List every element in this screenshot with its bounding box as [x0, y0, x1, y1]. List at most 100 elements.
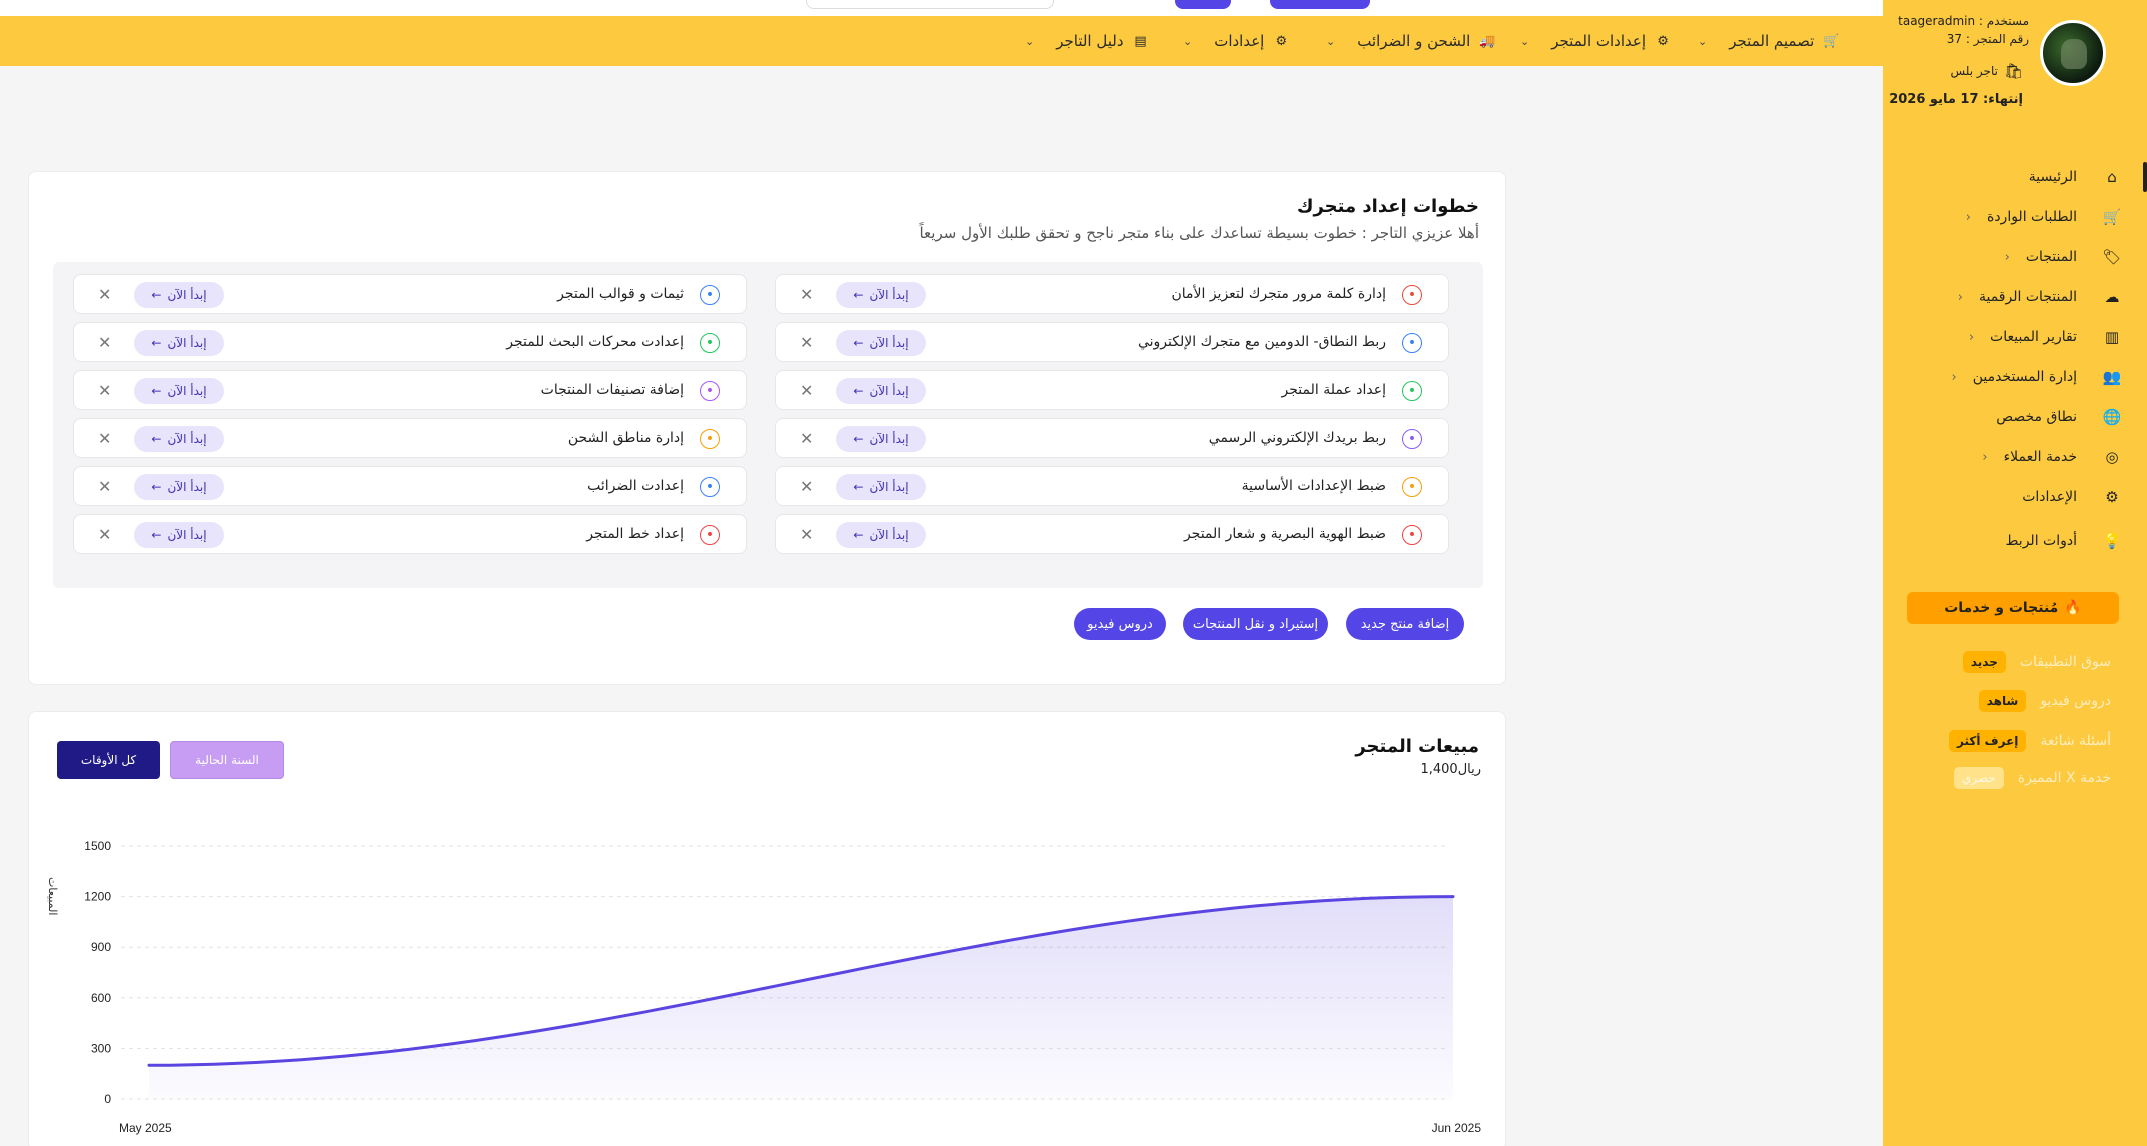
start-now-button[interactable]: إبدأ الآن ← [134, 330, 224, 356]
nav-merchant-guide[interactable]: ▤ دليل التاجر ⌄ [1025, 16, 1150, 66]
setup-step[interactable]: • ضبط الإعدادات الأساسية إبدأ الآن ← ✕ [775, 466, 1449, 506]
sidebar-item-orders[interactable]: 🛒 الطلبات الواردة ‹ [1883, 198, 2123, 236]
setup-step[interactable]: • ربط النطاق- الدومين مع متجرك الإلكتروني… [775, 322, 1449, 362]
y-tick-label: 300 [91, 1041, 111, 1055]
sidebar-item-customer-service[interactable]: ◎ خدمة العملاء ‹ [1883, 438, 2123, 476]
avatar[interactable] [2040, 20, 2106, 86]
top-button-b[interactable] [1270, 0, 1370, 9]
sidebar-item-sales-reports[interactable]: ▥ تقارير المبيعات ‹ [1883, 318, 2123, 356]
setup-step[interactable]: • إعدادت محركات البحث للمتجر إبدأ الآن ← ✕ [73, 322, 747, 362]
close-icon[interactable]: ✕ [800, 429, 813, 448]
products-services-button[interactable]: 🔥 مُنتجات و خدمات [1907, 592, 2119, 624]
font-icon: • [700, 525, 720, 545]
start-now-button[interactable]: إبدأ الآن ← [134, 522, 224, 548]
fire-icon: 🔥 [2064, 600, 2082, 616]
start-now-button[interactable]: إبدأ الآن ← [836, 330, 926, 356]
setup-step[interactable]: • ضبط الهوية البصرية و شعار المتجر إبدأ ال… [775, 514, 1449, 554]
sidebar-item-users[interactable]: 👥 إدارة المستخدمين ‹ [1883, 358, 2123, 396]
seo-icon: • [700, 333, 720, 353]
chevron-left-icon: ‹ [2004, 249, 2010, 265]
chevron-down-icon: ⌄ [1025, 34, 1035, 48]
start-now-button[interactable]: إبدأ الآن ← [836, 474, 926, 500]
globe-icon: • [1402, 333, 1422, 353]
start-now-button[interactable]: إبدأ الآن ← [134, 474, 224, 500]
nav-store-design[interactable]: 🛒 تصميم المتجر ⌄ [1698, 16, 1840, 66]
chevron-left-icon: ‹ [1968, 329, 1975, 345]
search-pill[interactable] [806, 0, 1054, 9]
arrow-left-icon: ← [151, 384, 162, 398]
nav-settings[interactable]: ⚙ إعدادات ⌄ [1183, 16, 1290, 66]
close-icon[interactable]: ✕ [98, 525, 111, 544]
chevron-down-icon: ⌄ [1698, 34, 1708, 48]
start-now-button[interactable]: إبدأ الآن ← [836, 426, 926, 452]
setup-step[interactable]: • إدارة مناطق الشحن إبدأ الآن ← ✕ [73, 418, 747, 458]
close-icon[interactable]: ✕ [800, 333, 813, 352]
mail-icon: • [1402, 429, 1422, 449]
setup-step[interactable]: • إعداد عملة المتجر إبدأ الآن ← ✕ [775, 370, 1449, 410]
sidebar-extra-premium-service[interactable]: خدمة X المميزة حصري [1954, 763, 2111, 793]
close-icon[interactable]: ✕ [800, 381, 813, 400]
start-now-button[interactable]: إبدأ الآن ← [134, 426, 224, 452]
start-now-button[interactable]: إبدأ الآن ← [836, 522, 926, 548]
x-tick-label: May 2025 [119, 1121, 172, 1135]
setup-step[interactable]: • ربط بريدك الإلكتروني الرسمي إبدأ الآن ← ✕ [775, 418, 1449, 458]
setup-subtitle: أهلا عزيزي التاجر : خطوت بسيطة تساعدك عل… [919, 224, 1479, 242]
all-time-button[interactable]: كل الأوقات [57, 741, 160, 779]
close-icon[interactable]: ✕ [98, 333, 111, 352]
start-now-button[interactable]: إبدأ الآن ← [134, 282, 224, 308]
import-products-button[interactable]: إستيراد و نقل المنتجات [1183, 608, 1328, 640]
setup-step-label: إدارة مناطق الشحن [567, 430, 684, 446]
sidebar-item-settings[interactable]: ⚙ الإعدادات [1883, 478, 2123, 516]
current-year-button[interactable]: السنة الحالية [170, 741, 284, 779]
setup-step[interactable]: • إضافة تصنيفات المنتجات إبدأ الآن ← ✕ [73, 370, 747, 410]
close-icon[interactable]: ✕ [800, 285, 813, 304]
users-icon: 👥 [2102, 368, 2122, 386]
cloud-download-icon: ☁ [2104, 288, 2120, 306]
sidebar-extra-app-market[interactable]: سوق التطبيقات جديد [1962, 647, 2111, 677]
plan-expiry: إنتهاء: 17 مايو 2026 [1889, 92, 2023, 107]
sales-area [149, 896, 1453, 1099]
sidebar-item-products[interactable]: 🏷 المنتجات ‹ [1883, 238, 2123, 276]
sales-total: ريال1,400 [1420, 762, 1481, 777]
sidebar-item-integrations[interactable]: 💡 أدوات الربط [1883, 522, 2123, 560]
plan-badge: 🛍 تاجر بلس [1950, 62, 2023, 80]
top-button-a[interactable] [1175, 0, 1231, 9]
add-product-button[interactable]: إضافة منتج جديد [1346, 608, 1464, 640]
sidebar-extra-video-lessons[interactable]: دروس فيديو شاهد [1978, 686, 2111, 716]
chevron-down-icon: ⌄ [1520, 34, 1530, 48]
setup-step[interactable]: • إدارة كلمة مرور متجرك لتعزيز الأمان إبدأ… [775, 274, 1449, 314]
close-icon[interactable]: ✕ [98, 381, 111, 400]
start-now-button[interactable]: إبدأ الآن ← [836, 282, 926, 308]
setup-step-label: إعداد عملة المتجر [1281, 382, 1386, 398]
map-icon: • [700, 429, 720, 449]
sidebar-item-home[interactable]: ⌂ الرئيسية [1883, 158, 2147, 196]
setup-steps-list: • إدارة كلمة مرور متجرك لتعزيز الأمان إبدأ… [53, 262, 1483, 588]
watch-badge: شاهد [1978, 690, 2027, 712]
data-point [147, 1063, 151, 1067]
start-now-button[interactable]: إبدأ الآن ← [836, 378, 926, 404]
setup-steps-card: خطوات إعداد متجرك أهلا عزيزي التاجر : خط… [28, 171, 1506, 685]
close-icon[interactable]: ✕ [98, 429, 111, 448]
close-icon[interactable]: ✕ [98, 477, 111, 496]
sidebar-extra-faq[interactable]: أسئلة شائعة إعرف أكثر [1949, 726, 2111, 756]
nav-shipping-taxes[interactable]: 🚚 الشحن و الضرائب ⌄ [1326, 16, 1496, 66]
close-icon[interactable]: ✕ [98, 285, 111, 304]
arrow-left-icon: ← [853, 288, 864, 302]
setup-step-label: إعدادت الضرائب [587, 478, 684, 494]
sidebar-item-digital-products[interactable]: ☁ المنتجات الرقمية ‹ [1883, 278, 2123, 316]
setup-step[interactable]: • إعداد خط المتجر إبدأ الآن ← ✕ [73, 514, 747, 554]
start-now-button[interactable]: إبدأ الآن ← [134, 378, 224, 404]
badge-icon: • [1402, 525, 1422, 545]
close-icon[interactable]: ✕ [800, 525, 813, 544]
sidebar-item-custom-domain[interactable]: 🌐 نطاق مخصص [1883, 398, 2123, 436]
x-tick-label: Jun 2025 [1432, 1121, 1482, 1135]
video-lessons-button[interactable]: دروس فيديو [1074, 608, 1166, 640]
setup-step[interactable]: • إعدادت الضرائب إبدأ الآن ← ✕ [73, 466, 747, 506]
key-icon: • [1402, 285, 1422, 305]
close-icon[interactable]: ✕ [800, 477, 813, 496]
truck-icon: 🚚 [1479, 33, 1496, 49]
tag-icon: 🏷 [2102, 248, 2122, 266]
nav-store-settings[interactable]: ⚙ إعدادات المتجر ⌄ [1520, 16, 1672, 66]
setup-step[interactable]: • ثيمات و قوالب المتجر إبدأ الآن ← ✕ [73, 274, 747, 314]
username: مستخدم : taageradmin [1898, 14, 2029, 28]
